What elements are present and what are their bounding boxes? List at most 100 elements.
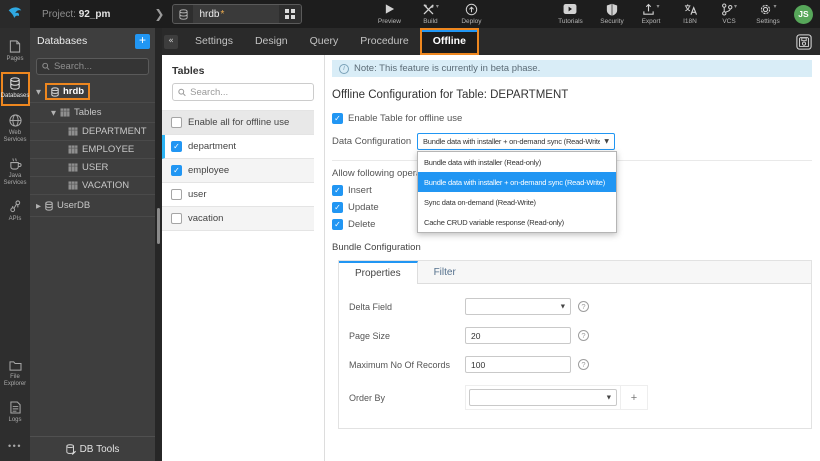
tree-node-hrdb[interactable]: ▼ hrdb — [30, 81, 155, 103]
wavemaker-logo[interactable] — [0, 0, 30, 28]
checkbox-insert[interactable]: ✓ — [332, 185, 343, 196]
sidebar-item-web-services[interactable]: Web Services — [1, 110, 30, 149]
preview-button[interactable]: Preview — [376, 3, 402, 25]
checkbox-user[interactable] — [171, 189, 182, 200]
logo-icon — [8, 7, 22, 19]
sidebar-item-java-services[interactable]: Java Services — [1, 153, 30, 192]
tree-node-table-employee[interactable]: EMPLOYEE — [30, 141, 155, 159]
sidebar-item-pages[interactable]: Pages — [1, 36, 30, 68]
order-by-label: Order By — [349, 392, 386, 403]
page-size-input[interactable] — [465, 327, 571, 344]
checkbox-delete[interactable]: ✓ — [332, 219, 343, 230]
add-database-button[interactable]: + — [135, 33, 150, 49]
settings-button[interactable]: ▾ Settings — [755, 3, 781, 25]
sidebar-item-file-explorer[interactable]: File Explorer — [1, 356, 30, 393]
collapse-panel-button[interactable]: « — [164, 34, 178, 49]
user-avatar[interactable]: JS — [794, 4, 813, 24]
data-configuration-select[interactable]: Bundle data with installer + on-demand s… — [417, 133, 615, 150]
tab-offline[interactable]: Offline — [419, 28, 479, 55]
save-icon[interactable] — [796, 33, 812, 50]
table-row-department[interactable]: ✓ department — [162, 135, 314, 159]
tables-search-input[interactable] — [190, 86, 308, 98]
caret-right-icon[interactable]: ▶ — [36, 202, 41, 210]
beta-note-banner: i Note: This feature is currently in bet… — [332, 60, 812, 77]
upload-icon: ▾ — [642, 3, 660, 16]
tab-filter[interactable]: Filter — [418, 261, 472, 283]
i18n-button[interactable]: I18N — [677, 3, 703, 25]
service-tabbar: « Settings Design Query Procedure Offlin… — [162, 28, 820, 55]
tree-node-table-vacation[interactable]: VACATION — [30, 177, 155, 195]
tab-properties[interactable]: Properties — [339, 261, 418, 284]
offline-config-main: i Note: This feature is currently in bet… — [325, 55, 820, 461]
build-tools-icon: ▾ — [422, 3, 439, 16]
checkbox-update[interactable]: ✓ — [332, 202, 343, 213]
bundle-configuration-label: Bundle Configuration — [332, 242, 421, 253]
db-tools-button[interactable]: DB Tools — [30, 436, 155, 461]
checkbox-enable-all[interactable] — [171, 117, 182, 128]
tab-procedure[interactable]: Procedure — [349, 28, 419, 55]
db-tools-icon — [65, 443, 76, 455]
table-row-vacation[interactable]: vacation — [162, 207, 314, 231]
sidebar-item-logs[interactable]: Logs — [1, 397, 30, 429]
tables-search[interactable] — [172, 83, 314, 101]
unsaved-mark: * — [220, 8, 225, 20]
databases-panel-scrollbar[interactable] — [155, 28, 162, 461]
globe-icon — [8, 114, 22, 127]
tutorials-button[interactable]: Tutorials — [557, 3, 583, 25]
sidebar-item-databases[interactable]: Databases — [0, 72, 30, 106]
order-by-group: ▼ + — [465, 385, 648, 410]
checkbox-department[interactable]: ✓ — [171, 141, 182, 152]
tab-query[interactable]: Query — [299, 28, 350, 55]
open-doc-tab-hrdb[interactable]: hrdb* — [172, 4, 303, 24]
tree-node-table-user[interactable]: USER — [30, 159, 155, 177]
help-icon[interactable]: ? — [578, 359, 589, 370]
table-row-employee[interactable]: ✓ employee — [162, 159, 314, 183]
deploy-cloud-icon — [465, 3, 478, 16]
tab-design[interactable]: Design — [244, 28, 299, 55]
database-icon — [10, 77, 20, 90]
table-row-enable-all[interactable]: Enable all for offline use — [162, 111, 314, 135]
export-button[interactable]: ▾ Export — [638, 3, 664, 25]
help-icon[interactable]: ? — [578, 301, 589, 312]
tree-node-table-department[interactable]: DEPARTMENT — [30, 123, 155, 141]
help-icon[interactable]: ? — [578, 330, 589, 341]
breadcrumb-chevron-icon: ❯ — [154, 7, 165, 21]
scrollbar-thumb[interactable] — [157, 208, 160, 244]
caret-down-icon[interactable]: ▼ — [36, 88, 41, 96]
databases-search[interactable] — [36, 58, 149, 75]
caret-down-icon[interactable]: ▼ — [51, 109, 56, 117]
dropdown-option-2-selected[interactable]: Bundle data with installer + on-demand s… — [418, 172, 616, 192]
checkbox-enable-table[interactable]: ✓ — [332, 113, 343, 124]
add-order-by-button[interactable]: + — [621, 386, 647, 409]
grid-view-icon[interactable] — [279, 5, 302, 23]
order-by-select[interactable]: ▼ — [469, 389, 617, 406]
build-button[interactable]: ▾ Build — [417, 3, 443, 25]
branch-icon: ▾ — [721, 3, 737, 16]
sidebar-item-apis[interactable]: APIs — [1, 196, 30, 228]
max-records-input[interactable] — [465, 356, 571, 373]
table-icon — [68, 163, 78, 172]
translate-icon — [683, 3, 697, 16]
checkbox-employee[interactable]: ✓ — [171, 165, 182, 176]
folder-icon — [8, 361, 22, 371]
page-size-label: Page Size — [349, 330, 391, 341]
dropdown-option-3[interactable]: Sync data on-demand (Read-Write) — [418, 192, 616, 212]
table-row-user[interactable]: user — [162, 183, 314, 207]
tree-node-userdb[interactable]: ▶ UserDB — [30, 195, 155, 217]
sidebar-more-button[interactable]: ••• — [8, 433, 22, 461]
delta-field-select[interactable]: ▼ — [465, 298, 571, 315]
max-records-label: Maximum No Of Records — [349, 359, 451, 370]
checkbox-vacation[interactable] — [171, 213, 182, 224]
dropdown-option-4[interactable]: Cache CRUD variable response (Read-only) — [418, 212, 616, 232]
deploy-button[interactable]: Deploy — [458, 3, 484, 25]
security-button[interactable]: Security — [599, 3, 625, 25]
databases-search-input[interactable] — [53, 61, 143, 72]
table-icon — [68, 127, 78, 136]
dropdown-option-1[interactable]: Bundle data with installer (Read-only) — [418, 152, 616, 172]
tab-settings[interactable]: Settings — [184, 28, 244, 55]
tree-node-tables-folder[interactable]: ▼ Tables — [30, 103, 155, 123]
topbar-right-actions: Security ▾ Export I18N ▾ VCS ▾ Settings … — [599, 3, 813, 25]
vcs-button[interactable]: ▾ VCS — [716, 3, 742, 25]
enable-table-row: ✓ Enable Table for offline use — [332, 113, 812, 124]
data-configuration-row: Data Configuration Bundle data with inst… — [332, 133, 812, 233]
